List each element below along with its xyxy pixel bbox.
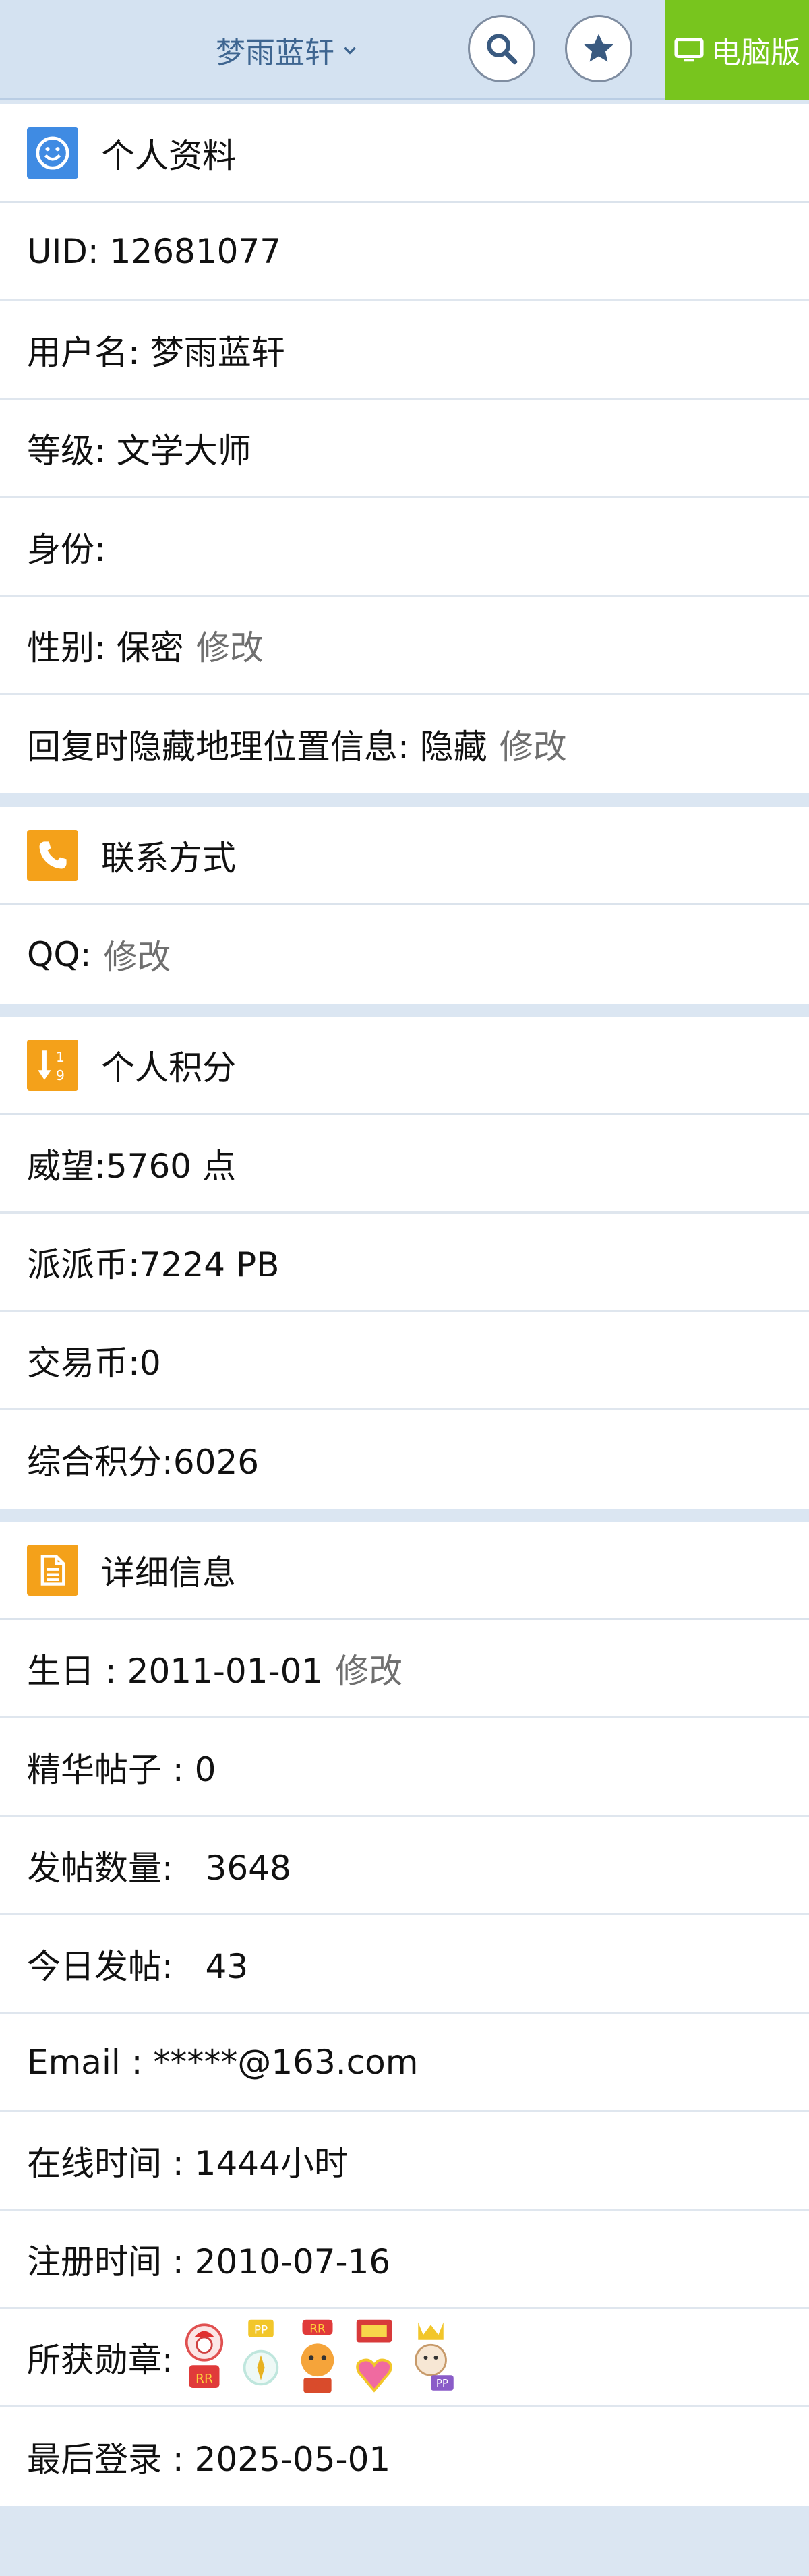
gender-row: 性别: 保密 修改 [0,597,809,695]
details-section: 详细信息 生日 : 2011-01-01 修改 精华帖子 : 0 发帖数量: 3… [0,1522,809,2506]
birthday-edit-link[interactable]: 修改 [335,1644,402,1693]
medal-5-badge: PP [436,2377,448,2389]
star-icon [584,34,613,62]
last-login-text: 最后登录 : 2025-05-01 [27,2440,391,2479]
last-login-row: 最后登录 : 2025-05-01 [0,2407,809,2506]
level-text: 等级: 文学大师 [27,431,251,471]
uid-row: UID: 12681077 [0,203,809,301]
points-section-header: 1 9 个人积分 [0,1017,809,1115]
username-row: 用户名: 梦雨蓝轩 [0,301,809,400]
identity-row: 身份: [0,498,809,597]
contact-section-title: 联系方式 [101,838,236,878]
today-posts-row: 今日发帖: 43 [0,1915,809,2014]
trade-coin-text: 交易币:0 [27,1343,161,1383]
phone-icon [27,829,78,881]
medal-1-badge: RR [196,2372,213,2386]
prestige-text: 威望:5760 点 [27,1146,236,1186]
points-section-title: 个人积分 [101,1048,236,1087]
search-icon [487,34,518,65]
paipai-coin-row: 派派币:7224 PB [0,1214,809,1312]
email-row: Email : *****@163.com [0,2014,809,2112]
forum-title: 梦雨蓝轩 [216,36,334,70]
profile-section-title: 个人资料 [101,136,236,175]
register-time-text: 注册时间 : 2010-07-16 [27,2242,391,2281]
hide-location-row: 回复时隐藏地理位置信息: 隐藏 修改 [0,695,809,793]
gender-edit-link[interactable]: 修改 [196,621,264,669]
svg-text:9: 9 [56,1067,65,1083]
qq-edit-link[interactable]: 修改 [104,930,171,979]
identity-text: 身份: [27,529,106,569]
forum-title-dropdown[interactable]: 梦雨蓝轩 [216,28,359,71]
post-count-text: 发帖数量: 3648 [27,1848,291,1888]
register-time-row: 注册时间 : 2010-07-16 [0,2211,809,2309]
gender-text: 性别: 保密 [27,628,184,667]
birthday-text: 生日 : 2011-01-01 [27,1651,324,1691]
total-points-text: 综合积分:6026 [27,1443,260,1482]
online-time-row: 在线时间 : 1444小时 [0,2112,809,2211]
qq-text: QQ: [27,935,92,974]
profile-section-header: 个人资料 [0,104,809,203]
monitor-icon [674,38,704,62]
medal-cat-icon[interactable]: RR [292,2317,343,2398]
digest-posts-row: 精华帖子 : 0 [0,1718,809,1817]
medals-row: 所获勋章: RR PP RR PP [0,2309,809,2407]
smiley-icon [27,127,78,179]
birthday-row: 生日 : 2011-01-01 修改 [0,1620,809,1718]
total-points-row: 综合积分:6026 [0,1410,809,1509]
level-row: 等级: 文学大师 [0,400,809,498]
points-section: 1 9 个人积分 威望:5760 点 派派币:7224 PB 交易币:0 综合积… [0,1017,809,1509]
uid-text: UID: 12681077 [27,231,282,271]
medal-2-badge: PP [254,2323,268,2336]
trade-coin-row: 交易币:0 [0,1312,809,1410]
profile-section: 个人资料 UID: 12681077 用户名: 梦雨蓝轩 等级: 文学大师 身份… [0,104,809,793]
svg-text:1: 1 [56,1049,65,1065]
desktop-version-label: 电脑版 [711,36,800,70]
details-section-title: 详细信息 [101,1553,236,1592]
contact-section: 联系方式 QQ: 修改 [0,807,809,1004]
medal-gold-ribbon-icon[interactable]: PP [235,2317,287,2398]
post-count-row: 发帖数量: 3648 [0,1817,809,1915]
medal-rooster-icon[interactable]: RR [179,2317,230,2398]
medal-rabbit-icon[interactable]: PP [405,2317,456,2398]
desktop-version-button[interactable]: 电脑版 [665,0,809,100]
medal-3-badge: RR [309,2321,326,2335]
top-bar: 梦雨蓝轩 电脑版 [0,0,809,100]
qq-row: QQ: 修改 [0,905,809,1004]
today-posts-text: 今日发帖: 43 [27,1946,249,1986]
document-icon [27,1544,78,1596]
username-text: 用户名: 梦雨蓝轩 [27,332,285,372]
chevron-down-icon [344,47,356,55]
medal-heart-icon[interactable] [349,2317,400,2398]
hide-location-text: 回复时隐藏地理位置信息: 隐藏 [27,727,487,767]
paipai-coin-text: 派派币:7224 PB [27,1245,280,1284]
digest-posts-text: 精华帖子 : 0 [27,1749,216,1789]
hide-location-edit-link[interactable]: 修改 [500,720,567,769]
online-time-text: 在线时间 : 1444小时 [27,2143,348,2183]
sort-numeric-icon: 1 9 [27,1039,78,1091]
search-button[interactable] [468,15,535,82]
email-text: Email : *****@163.com [27,2042,419,2082]
details-section-header: 详细信息 [0,1522,809,1620]
contact-section-header: 联系方式 [0,807,809,905]
medal-list: RR PP RR PP [179,2317,456,2398]
prestige-row: 威望:5760 点 [0,1115,809,1214]
favorite-button[interactable] [565,15,632,82]
medals-label: 所获勋章: [27,2340,173,2380]
